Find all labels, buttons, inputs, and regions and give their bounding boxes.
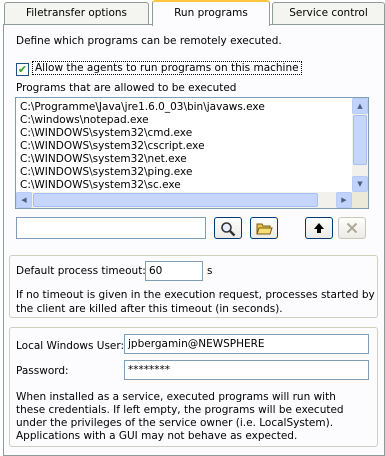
timeout-note-line1: If no timeout is given in the execution … <box>16 289 375 301</box>
vertical-scroll-thumb[interactable] <box>353 115 367 165</box>
check-icon: ✔ <box>17 63 28 76</box>
list-item[interactable]: C:\WINDOWS\system32\sc.exe <box>20 179 181 192</box>
list-item[interactable]: C:\windows\notepad.exe <box>20 114 149 127</box>
allow-agents-label[interactable]: Allow the agents to run programs on this… <box>32 61 302 75</box>
description-text: Define which programs can be remotely ex… <box>16 35 282 47</box>
programs-listbox[interactable]: C:\Programme\Java\jre1.6.0_03\bin\javaws… <box>15 97 369 209</box>
password-label: Password: <box>16 365 69 377</box>
horizontal-scroll-thumb[interactable] <box>33 193 318 207</box>
browse-button[interactable] <box>250 217 278 239</box>
allow-agents-checkbox[interactable]: ✔ <box>16 63 29 76</box>
vertical-scrollbar[interactable]: ▲ ▼ <box>352 98 368 192</box>
timeout-label: Default process timeout: <box>16 265 146 277</box>
password-input[interactable]: ******** <box>124 360 369 380</box>
remove-button[interactable] <box>338 217 366 239</box>
list-item[interactable]: C:\WINDOWS\system32\cscript.exe <box>20 140 205 153</box>
scroll-left-icon[interactable]: ◀ <box>16 192 32 208</box>
timeout-input[interactable]: 60 <box>145 261 203 281</box>
run-programs-panel: Filetransfer options Run programs Servic… <box>0 0 385 456</box>
cross-icon <box>346 222 358 234</box>
horizontal-scrollbar[interactable]: ◀ ▶ <box>16 192 352 208</box>
arrow-up-icon <box>314 223 324 233</box>
list-item[interactable]: C:\WINDOWS\system32\net.exe <box>20 153 187 166</box>
credentials-note-line1: When installed as a service, executed pr… <box>16 391 336 403</box>
scroll-down-icon[interactable]: ▼ <box>352 176 368 192</box>
credentials-note-line2: these credentials. If left empty, the pr… <box>16 404 344 416</box>
scroll-right-icon[interactable]: ▶ <box>336 192 352 208</box>
credentials-note-line3: under the privileges of the service owne… <box>16 417 334 429</box>
scrollbar-corner <box>352 192 368 208</box>
move-up-button[interactable] <box>305 217 333 239</box>
scroll-up-icon[interactable]: ▲ <box>352 98 368 114</box>
timeout-note-line2: the client are killed after this timeout… <box>16 303 283 315</box>
program-path-input[interactable] <box>16 217 206 239</box>
search-button[interactable] <box>214 217 242 239</box>
magnifier-icon <box>221 222 236 237</box>
timeout-unit: s <box>207 265 213 277</box>
folder-open-icon <box>255 223 273 235</box>
programs-label: Programs that are allowed to be executed <box>16 82 237 94</box>
user-input[interactable]: jpbergamin@NEWSPHERE <box>124 334 369 354</box>
user-label: Local Windows User: <box>16 340 125 352</box>
list-item[interactable]: C:\WINDOWS\system32\cmd.exe <box>20 127 192 140</box>
list-item[interactable]: C:\Programme\Java\jre1.6.0_03\bin\javaws… <box>20 101 265 114</box>
list-item[interactable]: C:\WINDOWS\system32\ping.exe <box>20 166 192 179</box>
credentials-note-line4: Applications with a GUI may not behave a… <box>16 430 298 442</box>
